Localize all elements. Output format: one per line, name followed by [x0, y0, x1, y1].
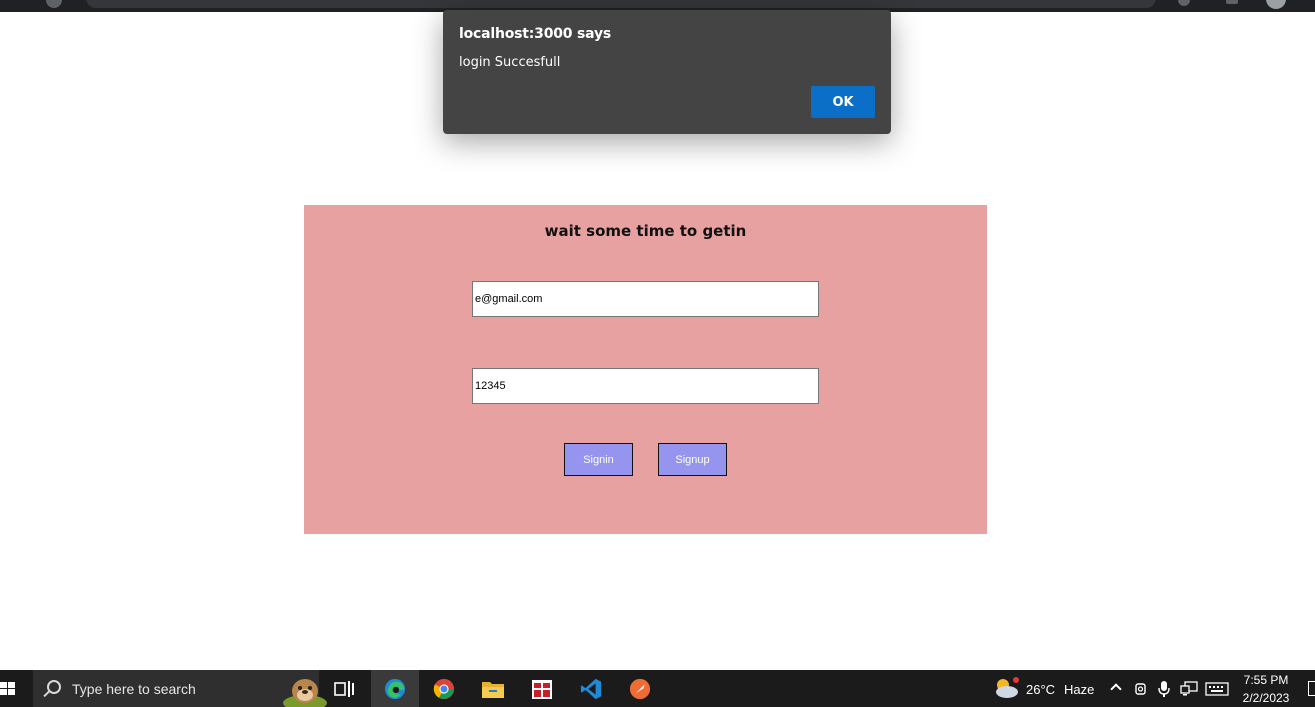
- alert-dialog: localhost:3000 says login Succesfull OK: [443, 10, 891, 134]
- task-view-button[interactable]: [320, 670, 368, 707]
- chrome-taskbar-button[interactable]: [420, 670, 468, 707]
- gift-app-taskbar-button[interactable]: [518, 670, 566, 707]
- notification-icon: [1308, 681, 1315, 696]
- weather-cloud-icon: [996, 677, 1019, 698]
- signin-button[interactable]: Signin: [564, 443, 633, 476]
- file-explorer-taskbar-button[interactable]: [469, 670, 517, 707]
- alert-message: login Succesfull: [459, 55, 561, 70]
- weather-condition: Haze: [1064, 682, 1095, 697]
- microphone-button[interactable]: [1154, 670, 1174, 707]
- network-icon: [1180, 681, 1198, 696]
- input-indicator-button[interactable]: [1204, 670, 1230, 707]
- folder-icon: [482, 682, 504, 698]
- windows-icon: [0, 682, 16, 696]
- clock-date: 2/2/2023: [1242, 691, 1290, 705]
- search-icon: [47, 680, 61, 694]
- edge-taskbar-button[interactable]: [371, 670, 419, 707]
- address-bar[interactable]: [86, 0, 1156, 8]
- start-button[interactable]: [0, 670, 30, 707]
- ok-button[interactable]: OK: [811, 86, 875, 118]
- tab-search-icon[interactable]: [1226, 0, 1238, 4]
- login-panel: wait some time to getin Signin Signup: [304, 205, 987, 534]
- login-title: wait some time to getin: [544, 222, 747, 240]
- email-input[interactable]: [472, 281, 819, 317]
- task-view-icon: [334, 681, 354, 697]
- camera-icon: [1135, 683, 1146, 695]
- chrome-icon: [433, 678, 455, 700]
- meet-now-button[interactable]: [1132, 670, 1152, 707]
- signup-button[interactable]: Signup: [658, 443, 727, 476]
- vscode-taskbar-button[interactable]: [567, 670, 615, 707]
- postman-taskbar-button[interactable]: [616, 670, 664, 707]
- show-hidden-icons-button[interactable]: [1110, 670, 1124, 707]
- back-icon[interactable]: [46, 0, 62, 8]
- microphone-icon: [1158, 681, 1170, 697]
- notification-button[interactable]: [1306, 670, 1315, 707]
- extension-icon[interactable]: [1178, 0, 1190, 6]
- postman-icon: [629, 678, 651, 700]
- weather-widget[interactable]: 26°C Haze: [992, 670, 1102, 707]
- taskbar: Type here to search 26°C Haze 7:55 PM 2/…: [0, 670, 1315, 707]
- weather-temperature: 26°C: [1026, 682, 1056, 697]
- password-input[interactable]: [472, 368, 819, 404]
- profile-avatar[interactable]: [1266, 0, 1286, 9]
- search-placeholder: Type here to search: [72, 681, 196, 697]
- taskbar-search[interactable]: Type here to search: [33, 670, 327, 707]
- gift-icon: [532, 680, 552, 699]
- edge-icon: [384, 678, 406, 700]
- clock-time: 7:55 PM: [1243, 673, 1289, 687]
- network-button[interactable]: [1178, 670, 1198, 707]
- screen: wait some time to getin Signin Signup lo…: [0, 0, 1315, 707]
- alert-origin: localhost:3000 says: [459, 26, 612, 42]
- chevron-up-icon: [1110, 683, 1122, 695]
- clock[interactable]: 7:55 PM 2/2/2023: [1236, 670, 1296, 707]
- keyboard-icon: [1205, 682, 1229, 696]
- vscode-icon: [580, 678, 602, 700]
